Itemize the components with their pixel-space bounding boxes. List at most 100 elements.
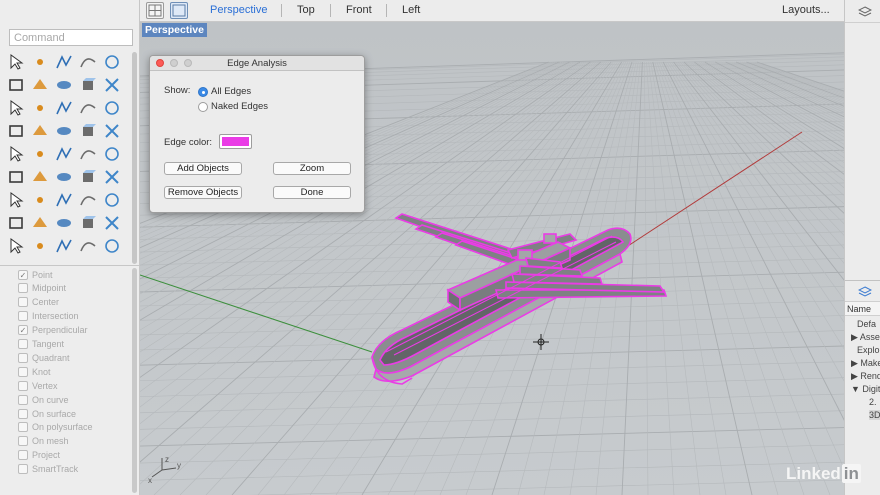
minimize-window-icon[interactable] [170, 59, 178, 67]
polygon-icon[interactable] [78, 75, 98, 95]
zoom-window-icon[interactable] [184, 59, 192, 67]
edge-color-swatch[interactable] [219, 134, 252, 149]
naked-edges-radio[interactable]: Naked Edges [198, 101, 268, 112]
solid-edit-icon[interactable] [6, 144, 26, 164]
render-icon[interactable] [102, 167, 122, 187]
light-icon[interactable] [102, 213, 122, 233]
layer-item[interactable]: ▶ Make [851, 358, 880, 369]
four-viewport-layout-button[interactable] [146, 2, 164, 19]
tab-front[interactable]: Front [346, 4, 372, 16]
layer-item[interactable]: 3D [869, 410, 880, 420]
offset-icon[interactable] [78, 144, 98, 164]
layers-icon[interactable] [858, 5, 872, 19]
text-icon[interactable] [102, 144, 122, 164]
checkbox-unchecked-icon[interactable] [18, 311, 28, 322]
osnap-on-polysurface[interactable]: On polysurface [18, 421, 93, 434]
extrude-icon[interactable] [30, 98, 50, 118]
curve-icon[interactable] [78, 52, 98, 72]
fillet-icon[interactable] [54, 144, 74, 164]
viewport-title[interactable]: Perspective [142, 23, 207, 37]
add-objects-button[interactable]: Add Objects [164, 162, 242, 175]
plane-icon[interactable] [6, 121, 26, 141]
dimension-icon[interactable] [6, 190, 26, 210]
arc-icon[interactable] [6, 75, 26, 95]
osnap-on-curve[interactable]: On curve [18, 393, 69, 406]
layers-icon[interactable] [78, 213, 98, 233]
layers-tab-icon[interactable] [858, 285, 872, 299]
checkbox-unchecked-icon[interactable] [18, 394, 28, 405]
osnap-vertex[interactable]: Vertex [18, 379, 58, 392]
trim-icon[interactable] [102, 121, 122, 141]
circle-icon[interactable] [102, 52, 122, 72]
tab-left[interactable]: Left [402, 4, 420, 16]
ellipse-icon[interactable] [54, 75, 74, 95]
checkbox-checked-icon[interactable]: ✓ [18, 325, 28, 336]
done-button[interactable]: Done [273, 186, 351, 199]
checkbox-unchecked-icon[interactable] [18, 283, 28, 294]
array-icon[interactable] [6, 167, 26, 187]
car-icon[interactable] [30, 236, 50, 256]
layer-item[interactable]: ▶ Rend [851, 371, 880, 382]
camera-icon[interactable] [54, 236, 74, 256]
close-window-icon[interactable] [156, 59, 164, 67]
layer-item[interactable]: ▶ Asse [851, 332, 880, 343]
zoom-button[interactable]: Zoom [273, 162, 351, 175]
zoom-icon[interactable] [30, 213, 50, 233]
checkbox-unchecked-icon[interactable] [18, 297, 28, 308]
remove-objects-button[interactable]: Remove Objects [164, 186, 242, 199]
split-icon[interactable] [78, 121, 98, 141]
history-icon[interactable] [6, 236, 26, 256]
checkbox-checked-icon[interactable]: ✓ [18, 269, 28, 280]
checkbox-unchecked-icon[interactable] [18, 366, 28, 377]
boolean-icon[interactable] [30, 121, 50, 141]
layouts-button[interactable]: Layouts... [782, 4, 830, 16]
osnap-intersection[interactable]: Intersection [18, 310, 79, 323]
polyline-icon[interactable] [54, 52, 74, 72]
layer-item[interactable]: 2. [869, 397, 877, 407]
all-edges-radio[interactable]: All Edges [198, 86, 251, 97]
rotate-icon[interactable] [78, 190, 98, 210]
layer-item[interactable]: Defa [857, 319, 876, 329]
osnap-midpoint[interactable]: Midpoint [18, 282, 66, 295]
checkbox-unchecked-icon[interactable] [18, 464, 28, 475]
select-arrow-icon[interactable] [6, 52, 26, 72]
checkbox-unchecked-icon[interactable] [18, 352, 28, 363]
move-icon[interactable] [54, 190, 74, 210]
name-column-header[interactable]: Name [847, 304, 871, 314]
checkbox-unchecked-icon[interactable] [18, 380, 28, 391]
blocks-icon[interactable] [102, 236, 122, 256]
single-viewport-layout-button[interactable] [170, 2, 188, 19]
command-input[interactable] [9, 29, 133, 46]
osnap-on-surface[interactable]: On surface [18, 407, 76, 420]
group-icon[interactable] [30, 144, 50, 164]
osnap-quadrant[interactable]: Quadrant [18, 351, 70, 364]
tab-top[interactable]: Top [297, 4, 315, 16]
surface-icon[interactable] [6, 98, 26, 118]
scale-icon[interactable] [102, 190, 122, 210]
osnap-on-mesh[interactable]: On mesh [18, 435, 69, 448]
osnap-knot[interactable]: Knot [18, 365, 51, 378]
rectangle-icon[interactable] [30, 75, 50, 95]
layer-item[interactable]: Explo [857, 345, 880, 355]
freeform-icon[interactable] [102, 75, 122, 95]
osnap-point[interactable]: ✓ Point [18, 268, 53, 281]
pan-icon[interactable] [54, 213, 74, 233]
osnap-scrollbar[interactable] [132, 268, 137, 493]
checkbox-unchecked-icon[interactable] [18, 436, 28, 447]
osnap-tangent[interactable]: Tangent [18, 338, 64, 351]
cylinder-icon[interactable] [102, 98, 122, 118]
mesh-icon[interactable] [78, 167, 98, 187]
layer-item[interactable]: ▼ Digita [851, 384, 880, 394]
osnap-center[interactable]: Center [18, 296, 59, 309]
dialog-titlebar[interactable]: Edge Analysis [150, 56, 364, 71]
tab-perspective[interactable]: Perspective [210, 4, 267, 16]
box-icon[interactable] [54, 98, 74, 118]
lightbulb-icon[interactable] [78, 236, 98, 256]
checkbox-unchecked-icon[interactable] [18, 450, 28, 461]
checkbox-unchecked-icon[interactable] [18, 422, 28, 433]
osnap-perpendicular[interactable]: ✓ Perpendicular [18, 324, 88, 337]
properties-icon[interactable] [6, 213, 26, 233]
explode-icon[interactable] [54, 121, 74, 141]
point-icon[interactable] [30, 52, 50, 72]
checkbox-unchecked-icon[interactable] [18, 408, 28, 419]
